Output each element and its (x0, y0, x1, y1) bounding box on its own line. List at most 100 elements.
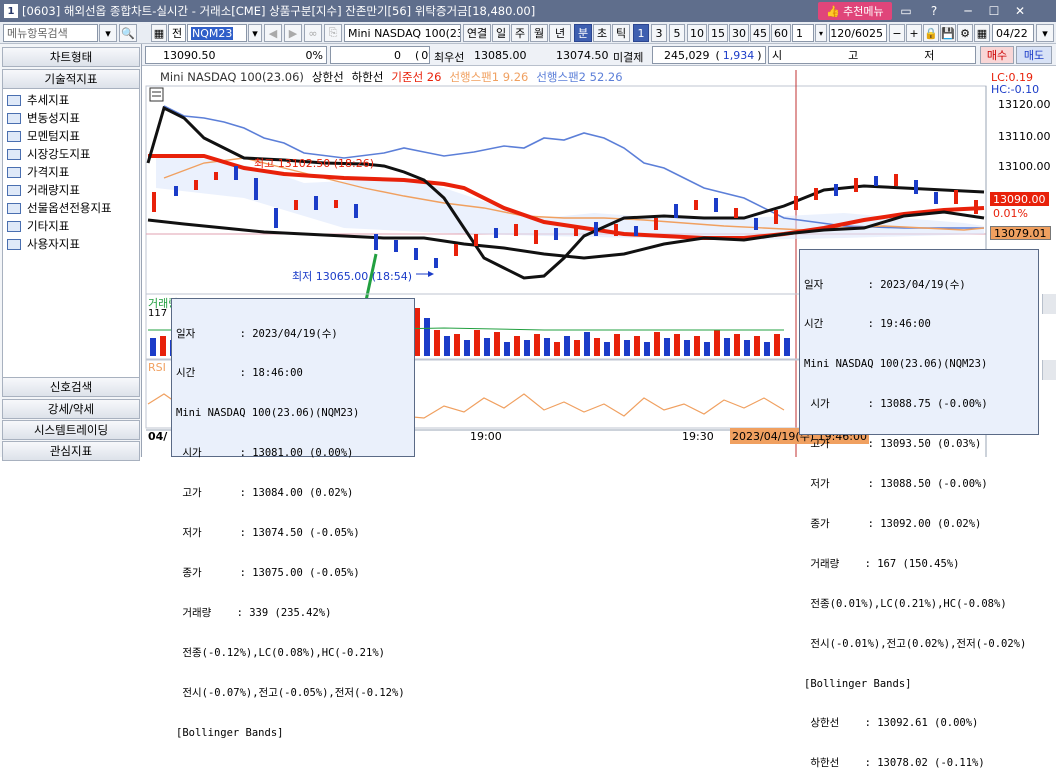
volume-bar (674, 334, 680, 356)
minimize-icon[interactable]: ─ (960, 3, 976, 19)
gear-icon[interactable]: ⚙ (957, 24, 973, 42)
period-day[interactable]: 일 (492, 24, 510, 42)
tree-item-label: 모멘텀지표 (27, 129, 80, 143)
volume-value: 0 (394, 48, 401, 62)
volume-bar (624, 340, 630, 356)
volume-bar (734, 334, 740, 356)
link-icon[interactable]: ∞ (304, 24, 322, 42)
volume-bar (744, 340, 750, 356)
tree-item-trend[interactable]: 추세지표 (7, 91, 69, 109)
tree-item-user[interactable]: 사용자지표 (7, 235, 80, 253)
zoom-in-icon[interactable]: + (906, 24, 922, 42)
volume-bar (694, 336, 700, 356)
maximize-icon[interactable]: ☐ (986, 3, 1002, 19)
bull-bear-header[interactable]: 강세/약세 (2, 399, 140, 419)
system-trading-header[interactable]: 시스템트레이딩 (2, 420, 140, 440)
tooltip-line: Mini NASDAQ 100(23.06)(NQM23) (804, 358, 988, 371)
folder-icon (7, 112, 21, 124)
volume-bar (754, 336, 760, 356)
sell-button[interactable]: 매도 (1016, 46, 1052, 64)
search-icon[interactable]: 🔍 (119, 24, 137, 42)
best-bid-label: 최우선 (434, 51, 465, 64)
volume-bar (644, 342, 650, 356)
interval-spin[interactable]: 1 (792, 24, 814, 42)
zoom-out-icon[interactable]: − (889, 24, 905, 42)
candle (854, 178, 858, 192)
price-change-pct: 0% (305, 48, 323, 62)
menu-search-input[interactable]: 메뉴항목검색 (3, 24, 98, 42)
save-icon[interactable]: 💾 (940, 24, 956, 42)
minute-15[interactable]: 15 (708, 24, 728, 42)
candle (234, 166, 238, 180)
period-year[interactable]: 년 (549, 24, 571, 42)
volume-bar (554, 342, 560, 356)
date-field[interactable]: 04/22 (992, 24, 1034, 42)
period-week[interactable]: 주 (511, 24, 529, 42)
x-tick-1930: 19:30 (682, 430, 714, 443)
tree-item-momentum[interactable]: 모멘텀지표 (7, 127, 80, 145)
indicator-tree: 추세지표 변동성지표 모멘텀지표 시장강도지표 가격지표 거래량지표 선물옵션전… (2, 88, 140, 378)
tooltip-line: [Bollinger Bands] (176, 726, 284, 739)
code-input[interactable]: NQM23 (187, 24, 247, 42)
date-dropdown-icon[interactable]: ▾ (1036, 24, 1054, 42)
help-icon[interactable]: ? (926, 3, 942, 19)
candle (934, 192, 938, 204)
spin-arrow-icon[interactable]: ▾ (815, 24, 827, 42)
minute-5[interactable]: 5 (669, 24, 685, 42)
signal-search-header[interactable]: 신호검색 (2, 377, 140, 397)
all-selector[interactable]: 전 (168, 24, 186, 42)
prev-code-icon[interactable]: ◀ (264, 24, 282, 42)
tree-item-futures-options[interactable]: 선물옵션전용지표 (7, 199, 112, 217)
minute-30[interactable]: 30 (729, 24, 749, 42)
favorite-indicator-header[interactable]: 관심지표 (2, 441, 140, 461)
chart-type-header[interactable]: 차트형태 (2, 47, 140, 67)
technical-indicator-header[interactable]: 기술적지표 (2, 69, 140, 89)
candle (954, 190, 958, 204)
candle (434, 258, 438, 268)
tree-item-market-strength[interactable]: 시장강도지표 (7, 145, 90, 163)
minute-10[interactable]: 10 (687, 24, 707, 42)
period-second[interactable]: 초 (593, 24, 611, 42)
volume-bar (704, 342, 710, 356)
low-arrow-head (428, 271, 434, 277)
tree-item-label: 거래량지표 (27, 183, 80, 197)
minute-1[interactable]: 1 (633, 24, 649, 42)
tree-item-volatility[interactable]: 변동성지표 (7, 109, 80, 127)
count-field[interactable]: 120/6025 (829, 24, 887, 42)
buy-button[interactable]: 매수 (980, 46, 1014, 64)
period-month[interactable]: 월 (530, 24, 548, 42)
close-icon[interactable]: ✕ (1012, 3, 1028, 19)
tooltip-line: 종가 : 13092.00 (0.02%) (804, 517, 982, 530)
recommend-menu-button[interactable]: 👍 추천메뉴 (818, 2, 892, 20)
minute-60[interactable]: 60 (771, 24, 791, 42)
chart-grid-icon[interactable]: ▦ (151, 24, 167, 42)
screen-icon[interactable]: ▭ (898, 3, 914, 19)
calendar-icon[interactable]: ▦ (974, 24, 990, 42)
minute-3[interactable]: 3 (651, 24, 667, 42)
tree-item-other[interactable]: 기타지표 (7, 217, 69, 235)
tree-item-volume[interactable]: 거래량지표 (7, 181, 80, 199)
minute-45[interactable]: 45 (750, 24, 770, 42)
price-field: 13090.50 0% (145, 46, 327, 64)
period-tick[interactable]: 틱 (612, 24, 630, 42)
panel-scroll-down[interactable] (1042, 360, 1056, 380)
tooltip-line: 하한선 : 13078.02 (-0.11%) (804, 757, 985, 770)
period-minute[interactable]: 분 (574, 24, 592, 42)
code-dropdown-icon[interactable]: ▾ (248, 24, 262, 42)
tree-item-price[interactable]: 가격지표 (7, 163, 69, 181)
candle (354, 204, 358, 218)
volume-bar (160, 336, 166, 356)
candle (594, 222, 598, 236)
lock-icon[interactable]: 🔒 (923, 24, 939, 42)
next-code-icon[interactable]: ▶ (284, 24, 302, 42)
dropdown-arrow-icon[interactable]: ▾ (99, 24, 117, 42)
current-price-box: 13090.00 (990, 192, 1049, 206)
price-value: 13090.50 (163, 48, 216, 62)
copy-icon[interactable]: ⎘ (324, 24, 342, 42)
candle (394, 240, 398, 252)
volume-bar (464, 340, 470, 356)
period-connect[interactable]: 연결 (463, 24, 491, 42)
panel-scroll-up[interactable] (1042, 294, 1056, 314)
volume-bar (634, 336, 640, 356)
folder-icon (7, 220, 21, 232)
